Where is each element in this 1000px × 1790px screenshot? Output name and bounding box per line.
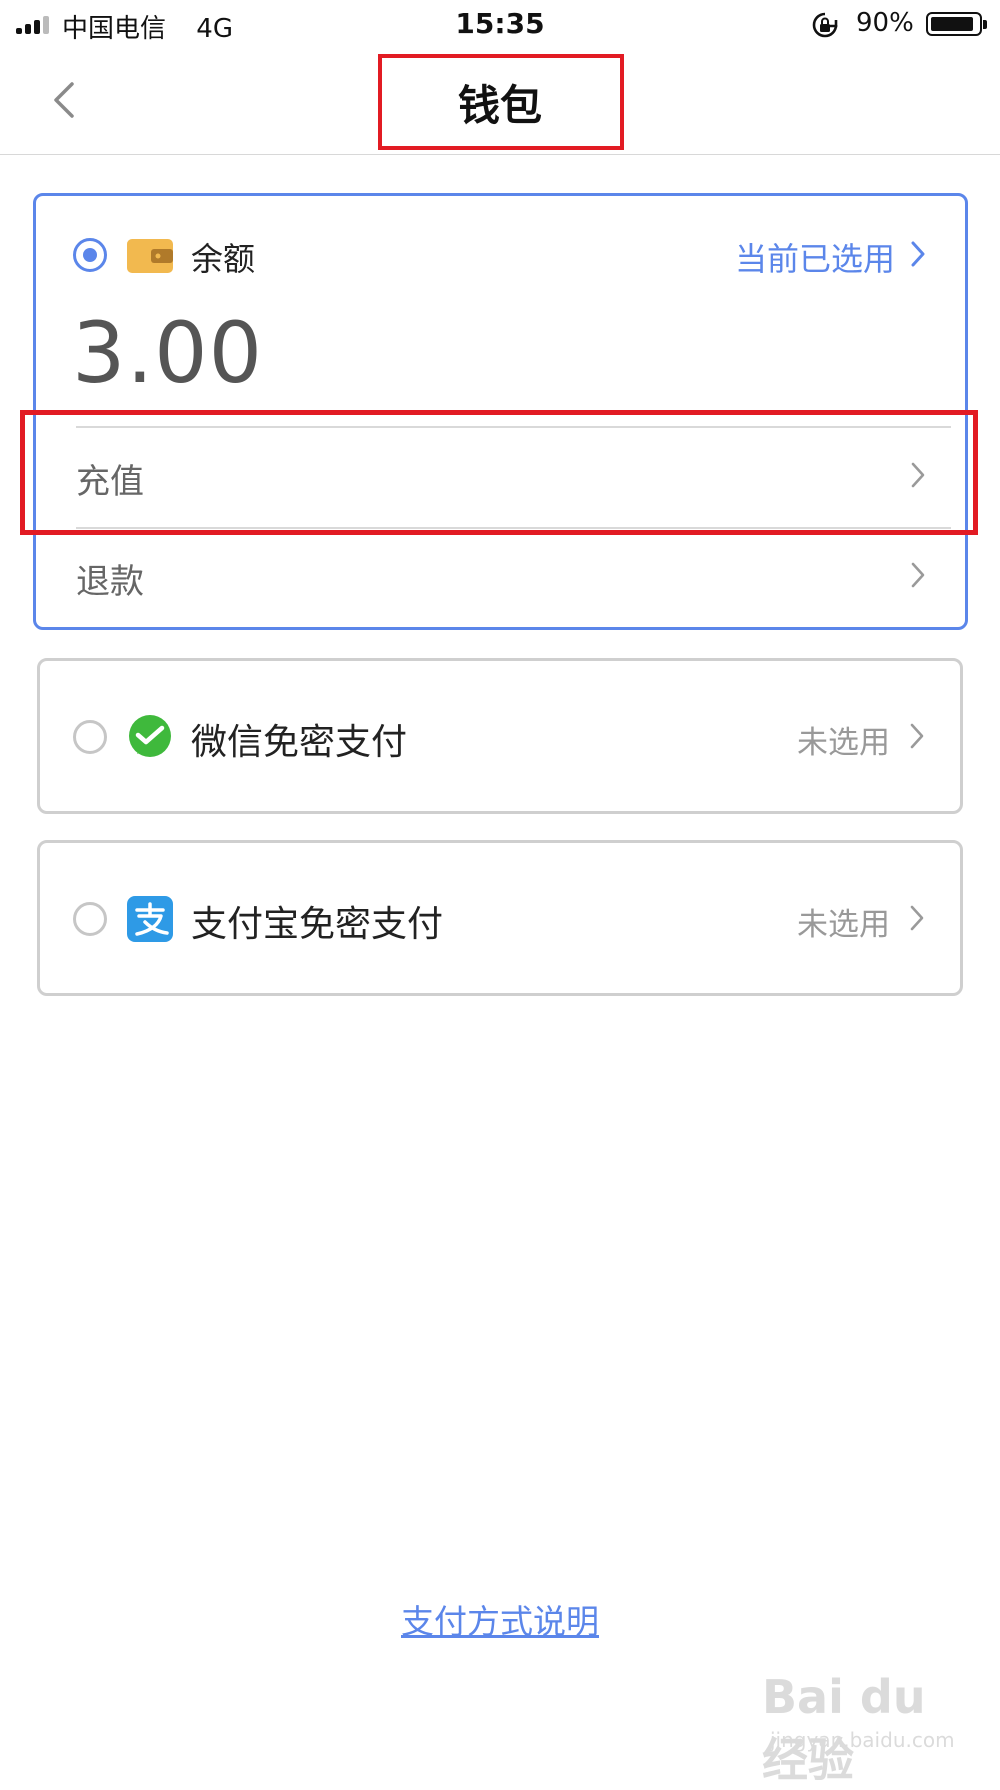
refund-row[interactable]: 退款 bbox=[76, 554, 144, 603]
chevron-right-icon[interactable] bbox=[909, 560, 927, 590]
balance-amount: 3.00 bbox=[72, 304, 264, 402]
balance-radio[interactable] bbox=[73, 238, 107, 272]
balance-status[interactable]: 当前已选用 bbox=[735, 234, 895, 280]
chevron-right-icon[interactable] bbox=[909, 239, 927, 269]
payment-methods-explanation-link[interactable]: 支付方式说明 bbox=[0, 1595, 1000, 1643]
highlight-box-recharge bbox=[20, 410, 978, 535]
alipay-status: 未选用 bbox=[797, 907, 890, 943]
battery-icon bbox=[926, 12, 987, 36]
alipay-label: 支付宝免密支付 bbox=[191, 904, 444, 945]
battery-percent: 90% bbox=[856, 8, 914, 38]
highlight-box-title bbox=[378, 54, 624, 150]
wechat-label: 微信免密支付 bbox=[191, 722, 408, 763]
wechat-radio[interactable] bbox=[73, 720, 107, 754]
status-time: 15:35 bbox=[455, 7, 545, 40]
wallet-icon bbox=[127, 239, 173, 273]
chevron-right-icon[interactable] bbox=[908, 903, 926, 933]
chevron-right-icon[interactable] bbox=[908, 721, 926, 751]
rotation-lock-icon bbox=[812, 12, 838, 38]
balance-label: 余额 bbox=[191, 240, 256, 278]
wechat-icon bbox=[129, 715, 171, 757]
wechat-status: 未选用 bbox=[797, 725, 890, 761]
alipay-radio[interactable] bbox=[73, 902, 107, 936]
baidu-watermark: Bai du 经验 jingyan.baidu.com bbox=[762, 1670, 977, 1787]
alipay-card[interactable]: 支付宝免密支付 未选用 bbox=[37, 840, 963, 996]
alipay-icon bbox=[127, 896, 173, 942]
status-bar: 中国电信 4G 15:35 90% bbox=[0, 0, 1000, 50]
wechat-pay-card[interactable]: 微信免密支付 未选用 bbox=[37, 658, 963, 814]
watermark-url: jingyan.baidu.com bbox=[770, 1728, 955, 1752]
